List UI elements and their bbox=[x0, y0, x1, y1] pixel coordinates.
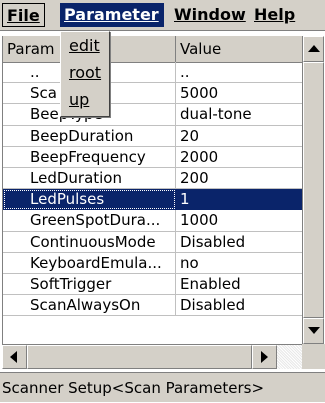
table-row[interactable]: BeepFrequency 2000 bbox=[3, 146, 303, 168]
param-name: ScanAlwaysOn bbox=[3, 295, 176, 317]
param-name: LedPulses bbox=[3, 189, 176, 211]
menu-window[interactable]: Window bbox=[170, 3, 250, 27]
arrow-up-icon bbox=[308, 45, 320, 52]
param-value: no bbox=[176, 253, 303, 274]
menu-item-root[interactable]: root bbox=[61, 59, 109, 86]
menu-help-label: Help bbox=[254, 5, 296, 24]
status-bar: Scanner Setup<Scan Parameters> bbox=[0, 372, 325, 402]
scrollbar-corner bbox=[302, 344, 325, 369]
vertical-scroll-thumb[interactable] bbox=[303, 62, 324, 318]
table-row[interactable]: BeepDuration 20 bbox=[3, 125, 303, 147]
menu-help[interactable]: Help bbox=[250, 3, 299, 27]
table-row[interactable]: BeepTypedual-tone bbox=[3, 104, 303, 126]
param-name: GreenSpotDura... bbox=[3, 210, 176, 232]
param-value: 200 bbox=[176, 168, 303, 190]
scroll-left-button[interactable] bbox=[2, 345, 27, 369]
menu-file[interactable]: File bbox=[2, 3, 45, 27]
param-name: SoftTrigger bbox=[3, 273, 176, 296]
param-name: BeepDuration bbox=[3, 125, 176, 147]
param-value: Disabled bbox=[176, 295, 303, 317]
param-value: 2000 bbox=[176, 147, 303, 168]
param-value: .. bbox=[176, 62, 303, 84]
grid-rows: .... Sca5000 BeepTypedual-tone BeepDurat… bbox=[3, 62, 303, 317]
param-value: 1000 bbox=[176, 210, 303, 232]
menu-parameter[interactable]: Parameter bbox=[60, 3, 164, 27]
param-name: LedDuration bbox=[3, 167, 176, 190]
param-value: 1 bbox=[176, 189, 303, 211]
horizontal-scrollbar[interactable] bbox=[2, 344, 302, 369]
table-row[interactable]: Sca 5000 bbox=[3, 83, 303, 105]
menu-bar: File Parameter Window Help bbox=[0, 0, 325, 31]
table-row[interactable]: LedDuration 200 bbox=[3, 167, 303, 190]
param-name: KeyboardEmula... bbox=[3, 252, 176, 274]
param-value: dual-tone bbox=[176, 104, 303, 126]
vertical-scrollbar[interactable] bbox=[302, 36, 324, 344]
menu-item-edit-label: edit bbox=[69, 36, 100, 55]
table-row[interactable]: KeyboardEmula... no bbox=[3, 252, 303, 274]
table-row[interactable]: SoftTrigger Enabled bbox=[3, 273, 303, 296]
param-value: 20 bbox=[176, 126, 303, 147]
menu-file-label: File bbox=[7, 6, 40, 25]
grid-header: Param Value bbox=[3, 36, 303, 63]
menu-item-root-label: root bbox=[69, 63, 102, 82]
parameter-grid: Param Value .... Sca5000 BeepTypedual-to… bbox=[2, 36, 303, 344]
scroll-up-button[interactable] bbox=[303, 36, 324, 62]
table-row[interactable]: GreenSpotDura... 1000 bbox=[3, 210, 303, 232]
horizontal-scroll-thumb[interactable] bbox=[27, 345, 252, 369]
menu-item-edit[interactable]: edit bbox=[61, 32, 109, 59]
param-name: BeepFrequency bbox=[3, 146, 176, 168]
table-row[interactable]: ScanAlwaysOn Disabled bbox=[3, 295, 303, 317]
scroll-right-button[interactable] bbox=[252, 345, 277, 369]
parameter-menu-dropdown: edit root up bbox=[60, 31, 110, 117]
param-value: Enabled bbox=[176, 274, 303, 296]
column-header-value[interactable]: Value bbox=[176, 36, 303, 62]
table-row[interactable]: ContinuousMode Disabled bbox=[3, 231, 303, 253]
arrow-down-icon bbox=[308, 327, 320, 334]
menu-item-up[interactable]: up bbox=[61, 86, 109, 113]
scroll-down-button[interactable] bbox=[303, 318, 324, 344]
table-row-selected[interactable]: LedPulses 1 bbox=[3, 189, 303, 211]
arrow-right-icon bbox=[261, 351, 268, 363]
status-text: Scanner Setup<Scan Parameters> bbox=[2, 379, 265, 397]
table-row[interactable]: .... bbox=[3, 62, 303, 84]
menu-item-up-label: up bbox=[69, 90, 90, 109]
param-name: ContinuousMode bbox=[3, 231, 176, 253]
param-value: 5000 bbox=[176, 83, 303, 105]
menu-window-label: Window bbox=[174, 5, 246, 24]
arrow-left-icon bbox=[10, 351, 17, 363]
menu-parameter-label: Parameter bbox=[64, 5, 159, 24]
param-value: Disabled bbox=[176, 232, 303, 253]
